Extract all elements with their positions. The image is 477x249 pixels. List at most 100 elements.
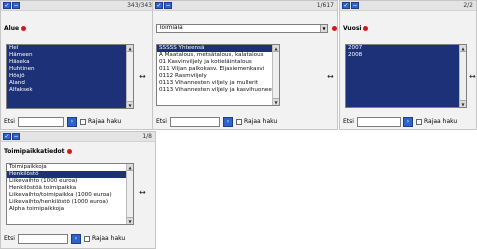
arrow-right-icon: ›: [406, 118, 410, 125]
arrow-right-icon: ›: [226, 118, 230, 125]
selection-count: 1/617: [316, 2, 334, 9]
vuosi-header: ✓ − 2/2: [340, 1, 476, 11]
search-input[interactable]: [170, 117, 220, 127]
list-item[interactable]: Henkilöstö: [7, 171, 126, 178]
list-item[interactable]: Häseka: [7, 59, 126, 66]
panel-title-text: Toimipaikkatiedot: [4, 148, 65, 155]
toimipaikkatiedot-list[interactable]: Toimipaikkoja Henkilöstö Liikevaihto (1000…: [6, 163, 134, 225]
panel-title-text: Vuosi: [343, 25, 362, 32]
select-all-button[interactable]: ✓: [3, 133, 11, 140]
list-item[interactable]: SSSSS Yhteensä: [157, 45, 272, 52]
list-item[interactable]: 0112 Rasmviljely: [157, 73, 272, 80]
toimiala-list[interactable]: SSSSS Yhteensä A Maatalous, metsätalous, …: [156, 44, 280, 106]
search-go-button[interactable]: ›: [67, 117, 77, 127]
deselect-all-button[interactable]: −: [12, 2, 20, 9]
limit-search-checkbox[interactable]: [84, 236, 90, 242]
list-item[interactable]: Toimipaikkoja: [7, 164, 126, 171]
list-item[interactable]: Alfaksek: [7, 87, 126, 94]
swap-arrows-icon[interactable]: ↔: [327, 73, 334, 81]
scroll-down-icon[interactable]: ▼: [273, 98, 279, 105]
list-item[interactable]: Henkilöstöä toimipaikka: [7, 185, 126, 192]
search-go-button[interactable]: ›: [403, 117, 413, 127]
scroll-down-icon[interactable]: ▼: [460, 100, 466, 107]
search-label: Etsi: [4, 235, 15, 242]
dropdown-value: Toimiala: [159, 25, 183, 31]
minus-icon: −: [165, 2, 171, 9]
scroll-up-icon[interactable]: ▲: [273, 45, 279, 52]
search-input[interactable]: [18, 117, 64, 127]
search-label: Etsi: [4, 118, 15, 125]
list-item[interactable]: A Maatalous, metsätalous, kalatalous: [157, 52, 272, 59]
alue-header: ✓ − 343/343: [1, 1, 155, 11]
required-dot-icon: [363, 26, 369, 31]
checkbox-label: Rajaa haku: [92, 235, 126, 242]
panel-title: Toimipaikkatiedot: [4, 148, 72, 156]
select-all-button[interactable]: ✓: [342, 2, 350, 9]
select-all-button[interactable]: ✓: [155, 2, 163, 9]
list-item[interactable]: 011 Viljan palkokasv. Eljasiemenkasvi: [157, 66, 272, 73]
search-input[interactable]: [357, 117, 401, 127]
toimiala-panel: ✓ − 1/617 Toimiala ▼ SSSSS Yhteensä A Maa…: [152, 0, 338, 130]
alue-list[interactable]: Hel Hämeen Häseka Huhtinen Hösjö Aland Alfakse…: [6, 44, 134, 109]
list-item[interactable]: Liikevaihto/toimipaikka (1000 euroa): [7, 192, 126, 199]
search-go-button[interactable]: ›: [71, 234, 81, 244]
list-item[interactable]: Alpha toimipaikkoja: [7, 206, 126, 213]
scrollbar[interactable]: ▲ ▼: [126, 164, 133, 224]
panel-title-text: Alue: [4, 25, 20, 32]
list-item[interactable]: Hämeen: [7, 52, 126, 59]
list-item[interactable]: 0113 Vihannesten viljely ja kasvihuoneet: [157, 87, 272, 94]
deselect-all-button[interactable]: −: [164, 2, 172, 9]
list-item[interactable]: Hösjö: [7, 73, 126, 80]
scrollbar[interactable]: ▲ ▼: [126, 45, 133, 108]
scroll-down-icon[interactable]: ▼: [127, 217, 133, 224]
minus-icon: −: [352, 2, 358, 9]
search-input[interactable]: [18, 234, 68, 244]
select-all-button[interactable]: ✓: [3, 2, 11, 9]
deselect-all-button[interactable]: −: [12, 133, 20, 140]
toimiala-search: Etsi › Rajaa haku: [156, 117, 336, 128]
scroll-up-icon[interactable]: ▲: [127, 164, 133, 171]
minus-icon: −: [13, 133, 19, 140]
selection-count: 343/343: [127, 2, 152, 9]
swap-arrows-icon[interactable]: ↔: [139, 189, 146, 197]
list-item[interactable]: Liikevaihto/henkilöstö (1000 euroa): [7, 199, 126, 206]
checkbox-label: Rajaa haku: [88, 118, 122, 125]
alue-panel: ✓ − 343/343 Alue Hel Hämeen Häseka Huhtinen…: [0, 0, 156, 130]
scroll-up-icon[interactable]: ▲: [127, 45, 133, 52]
panel-title: Alue: [4, 25, 27, 33]
list-item[interactable]: Hel: [7, 45, 126, 52]
search-label: Etsi: [156, 118, 167, 125]
limit-search-checkbox[interactable]: [80, 119, 86, 125]
swap-arrows-icon[interactable]: ↔: [469, 73, 476, 81]
alue-search: Etsi › Rajaa haku: [4, 117, 154, 128]
list-item[interactable]: 0113 Vihannesten viljely ja mullerit: [157, 80, 272, 87]
required-dot-icon: [332, 26, 337, 31]
classification-dropdown[interactable]: Toimiala ▼: [156, 24, 328, 33]
list-item[interactable]: 01 Kasvinviljely ja kotieläintalous: [157, 59, 272, 66]
list-item[interactable]: Liikevaihto (1000 euroa): [7, 178, 126, 185]
swap-arrows-icon[interactable]: ↔: [139, 73, 146, 81]
limit-search-checkbox[interactable]: [416, 119, 422, 125]
list-item[interactable]: Aland: [7, 80, 126, 87]
deselect-all-button[interactable]: −: [351, 2, 359, 9]
required-dot-icon: [66, 149, 72, 154]
list-item[interactable]: 2007: [346, 45, 459, 52]
vuosi-list[interactable]: 2007 2008 ▲ ▼: [345, 44, 467, 108]
scrollbar[interactable]: ▲ ▼: [459, 45, 466, 107]
vuosi-search: Etsi › Rajaa haku: [343, 117, 477, 128]
list-item[interactable]: 2008: [346, 52, 459, 59]
limit-search-checkbox[interactable]: [236, 119, 242, 125]
arrow-right-icon: ›: [74, 235, 78, 242]
toimipaikkatiedot-panel: ✓ − 1/8 Toimipaikkatiedot Toimipaikkoja H…: [0, 131, 156, 249]
search-go-button[interactable]: ›: [223, 117, 233, 127]
scroll-down-icon[interactable]: ▼: [127, 101, 133, 108]
check-icon: ✓: [156, 2, 162, 9]
vuosi-panel: ✓ − 2/2 Vuosi 2007 2008 ▲ ▼ ↔ Etsi › Rajaa …: [339, 0, 477, 130]
toimiala-header: ✓ − 1/617: [153, 1, 337, 11]
list-item[interactable]: Huhtinen: [7, 66, 126, 73]
chevron-down-icon[interactable]: ▼: [320, 25, 327, 32]
scrollbar[interactable]: ▲ ▼: [272, 45, 279, 105]
minus-icon: −: [13, 2, 19, 9]
check-icon: ✓: [343, 2, 349, 9]
scroll-up-icon[interactable]: ▲: [460, 45, 466, 52]
